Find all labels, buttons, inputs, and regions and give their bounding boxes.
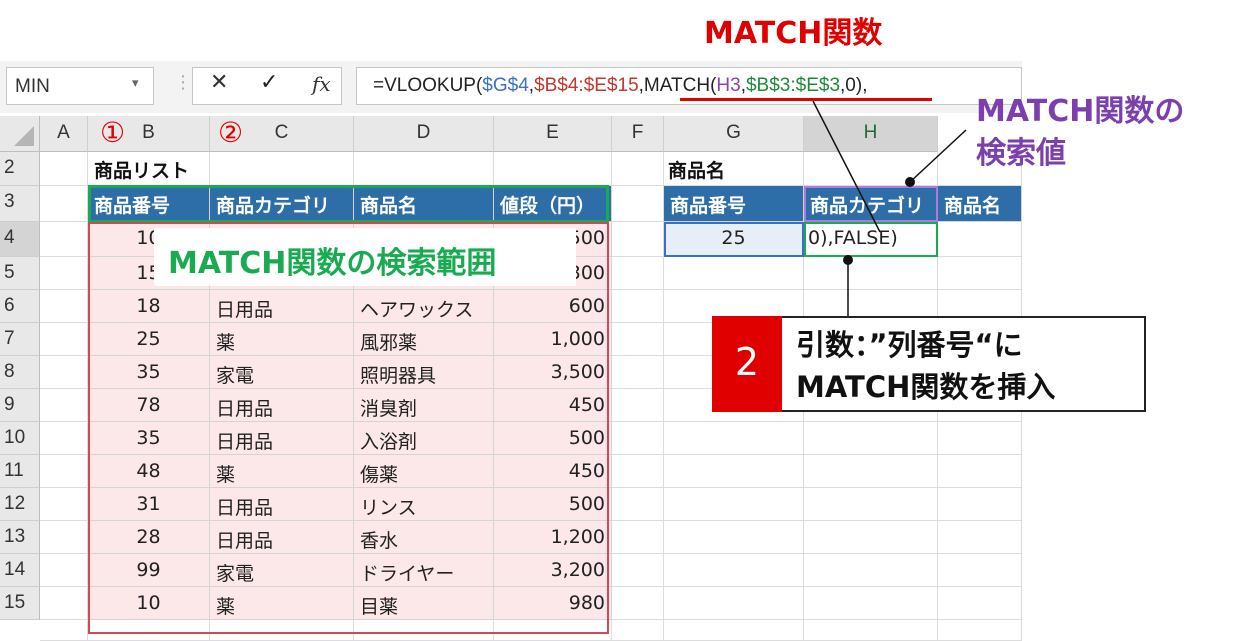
step-number-badge: 2: [712, 316, 782, 412]
lookup-value-label-line1: MATCH関数の: [976, 94, 1185, 129]
step-text-line1: 引数：”列番号“に: [796, 328, 1023, 362]
step-text-line2: MATCH関数を挿入: [796, 370, 1056, 404]
circle-marker-1: ①: [100, 116, 126, 149]
circle-marker-2: ②: [218, 116, 244, 149]
lookup-value-label-line2: 検索値: [976, 136, 1066, 171]
